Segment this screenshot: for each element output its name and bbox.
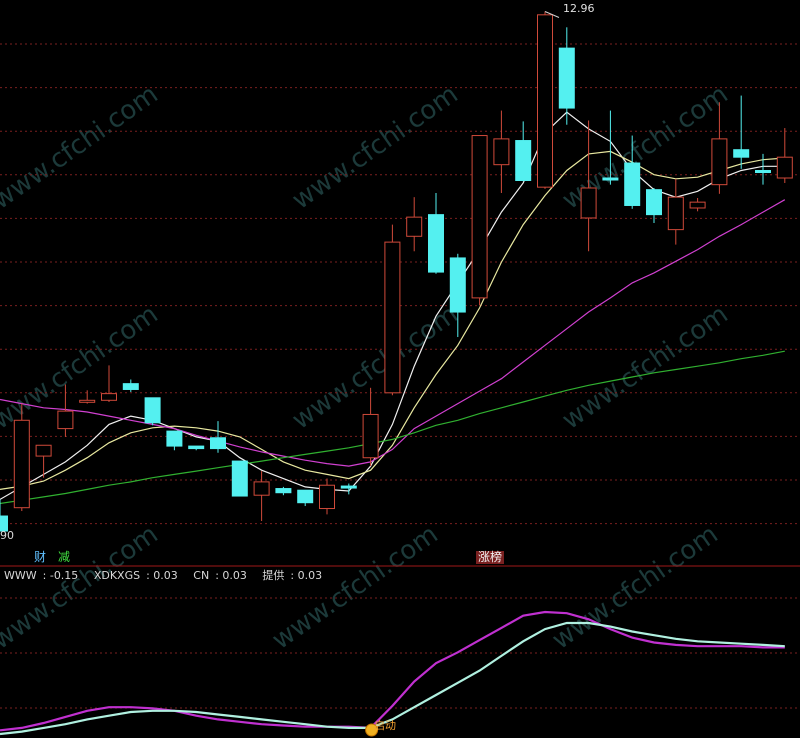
candle — [537, 11, 553, 189]
candle-body-up — [362, 413, 379, 459]
candle — [471, 135, 488, 306]
candle-body-down — [755, 170, 771, 174]
watermark-text: www.cfchi.com — [287, 79, 464, 215]
candle — [384, 224, 401, 396]
candle — [733, 95, 750, 169]
watermark-text: www.cfchi.com — [0, 519, 164, 655]
candle-body-down — [166, 430, 183, 447]
readout-xdkxgs: XDKXGS: 0.03 — [93, 569, 178, 582]
candle — [297, 489, 314, 507]
candle-body-up — [101, 393, 117, 401]
candle — [188, 445, 205, 451]
candle — [689, 197, 706, 212]
candle — [319, 478, 335, 515]
candle-body-down — [733, 149, 750, 158]
candle-body-up — [471, 135, 488, 299]
candle — [428, 192, 444, 274]
candle — [515, 121, 532, 182]
candle — [275, 486, 292, 496]
candle-body-up — [35, 444, 52, 457]
tag-cai: 财 — [34, 550, 47, 564]
candle — [646, 187, 662, 223]
candle — [122, 379, 139, 392]
candle-body-up — [384, 241, 401, 394]
watermark-text: www.cfchi.com — [557, 299, 734, 435]
candle — [144, 397, 161, 426]
candle-body-down — [624, 162, 641, 206]
candle-body-down — [558, 47, 575, 109]
candle-body-up — [667, 196, 684, 231]
candle — [406, 197, 423, 252]
candle — [253, 471, 270, 522]
signal-label: 启动 — [374, 719, 396, 732]
candle-body-down — [515, 140, 532, 182]
indicator-line-ind_cyan — [0, 621, 785, 736]
candle — [558, 27, 575, 125]
watermark-text: www.cfchi.com — [547, 519, 724, 655]
candle — [776, 128, 793, 183]
candle-body-up — [493, 138, 510, 166]
candle-body-up — [580, 187, 597, 219]
tag-jian: 减 — [58, 550, 71, 564]
watermark-text: www.cfchi.com — [267, 519, 444, 655]
candle — [755, 153, 771, 185]
candle-body-up — [253, 481, 270, 496]
candlestick-series — [0, 11, 793, 532]
candle-body-down — [210, 437, 226, 450]
tag-zhangbang: 涨榜 — [476, 550, 505, 564]
candle-body-down — [231, 460, 248, 497]
candle-body-down — [297, 489, 314, 504]
candle-body-up — [319, 484, 335, 510]
readout-tigong: 提供: 0.03 — [262, 569, 323, 582]
indicator-line-ind_magenta — [0, 610, 785, 732]
chart-canvas: www.cfchi.com www.cfchi.com www.cfchi.com w… — [0, 11, 800, 737]
high-price-label: 12.96 — [563, 2, 595, 15]
candle — [35, 444, 52, 478]
candle-body-up — [406, 216, 423, 237]
candle-body-down — [340, 485, 357, 489]
candle-body-down — [646, 189, 662, 216]
candle — [493, 110, 510, 193]
candle-body-up — [689, 201, 706, 209]
candle-body-down — [144, 397, 161, 424]
candle-body-down — [428, 214, 444, 273]
candle-body-down — [188, 445, 205, 450]
candle-body-up — [57, 410, 74, 430]
indicator-lines — [0, 610, 785, 736]
candle-body-up — [79, 399, 96, 403]
watermark-text: www.cfchi.com — [0, 299, 164, 435]
candle — [231, 460, 248, 497]
readout-www: WWW: -0.15 — [4, 569, 79, 582]
watermark-text: www.cfchi.com — [0, 79, 164, 215]
low-price-label: 90 — [0, 529, 14, 542]
candle-body-down — [275, 488, 292, 494]
candle — [362, 387, 379, 467]
candle-body-up — [776, 156, 793, 179]
candle-body-up — [13, 419, 30, 509]
candle — [166, 430, 183, 451]
candle — [210, 421, 226, 453]
candle-body-down — [449, 257, 466, 313]
readout-cn: CN: 0.03 — [193, 569, 247, 582]
indicator-readout: WWW: -0.15 XDKXGS: 0.03 CN: 0.03 提供: 0.0… — [4, 567, 334, 583]
candle-body-down — [122, 383, 139, 390]
candle-body-down — [602, 177, 619, 181]
candle-body-up — [711, 138, 728, 186]
indicator-grid — [0, 597, 800, 709]
candle-body-up — [537, 14, 553, 188]
candle — [0, 499, 8, 532]
candle — [101, 365, 117, 402]
candle — [667, 178, 684, 245]
